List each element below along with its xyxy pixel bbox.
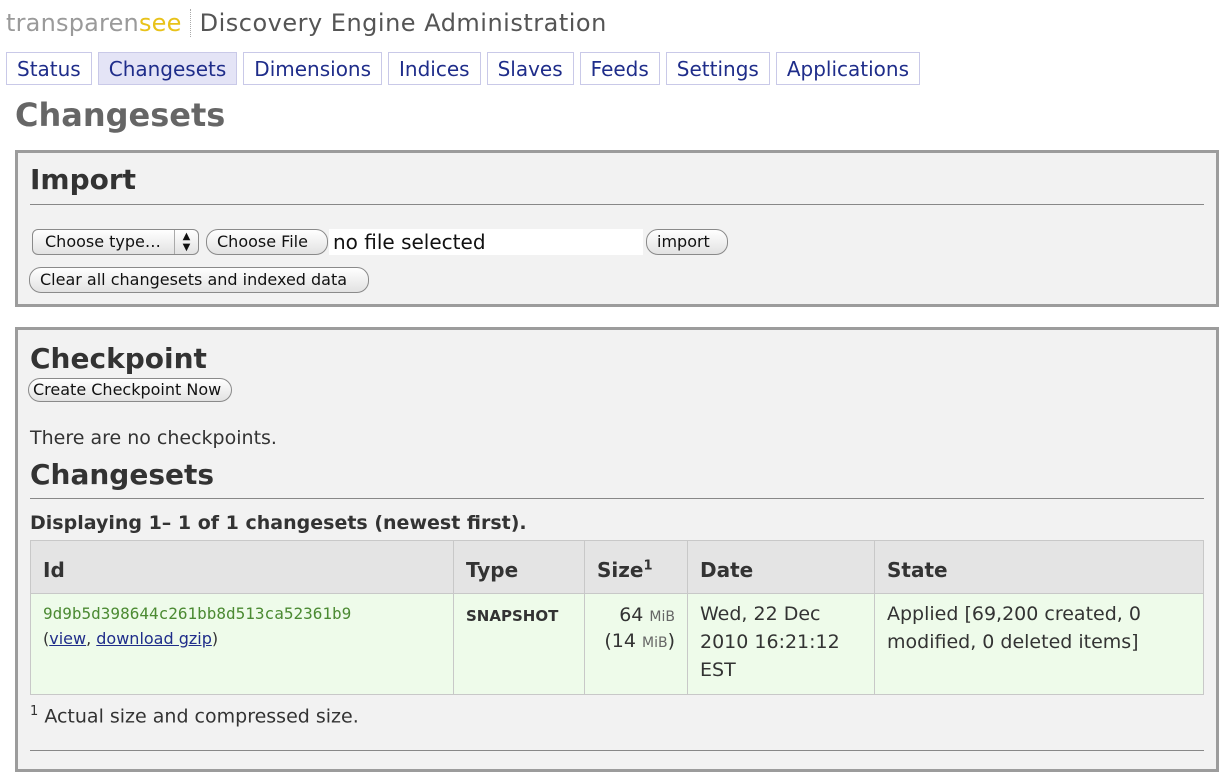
cell-id: 9d9b5d398644c261bb8d513ca52361b9 (view, … — [30, 593, 454, 695]
col-id: Id — [30, 540, 454, 594]
changeset-id: 9d9b5d398644c261bb8d513ca52361b9 — [43, 604, 352, 623]
type-select[interactable]: Choose type… ▲ ▼ — [32, 229, 199, 255]
table-header-row: Id Type Size1 Date State — [30, 540, 1204, 594]
clear-all-button[interactable]: Clear all changesets and indexed data — [29, 267, 369, 293]
col-date: Date — [687, 540, 875, 594]
checkpoint-panel: Checkpoint Create Checkpoint Now There a… — [15, 327, 1219, 772]
page-title: Changesets — [15, 96, 226, 134]
changesets-caption: Displaying 1– 1 of 1 changesets (newest … — [30, 512, 527, 534]
no-checkpoints-text: There are no checkpoints. — [30, 427, 277, 449]
header-separator — [189, 9, 192, 37]
cell-state: Applied [69,200 created, 0 modified, 0 d… — [874, 593, 1204, 695]
tab-indices[interactable]: Indices — [388, 52, 481, 85]
app-title: Discovery Engine Administration — [199, 9, 607, 37]
tab-settings[interactable]: Settings — [665, 52, 770, 85]
header: transparensee Discovery Engine Administr… — [6, 6, 607, 40]
import-button[interactable]: import — [646, 229, 728, 255]
select-arrows-icon: ▲ ▼ — [174, 230, 198, 254]
table-row: 9d9b5d398644c261bb8d513ca52361b9 (view, … — [30, 593, 1204, 695]
bottom-divider — [30, 750, 1204, 751]
col-size: Size1 — [584, 540, 688, 594]
tab-applications[interactable]: Applications — [775, 52, 920, 85]
tab-feeds[interactable]: Feeds — [579, 52, 660, 85]
changesets-heading: Changesets — [30, 458, 215, 491]
import-divider — [30, 204, 1204, 205]
cell-size: 64 MiB (14 MiB) — [584, 593, 688, 695]
tab-dimensions[interactable]: Dimensions — [243, 52, 383, 85]
size-footnote: 1 Actual size and compressed size. — [30, 704, 359, 728]
file-status: no file selected — [329, 229, 643, 255]
changeset-links: (view, download gzip) — [43, 629, 219, 648]
col-state: State — [874, 540, 1204, 594]
create-checkpoint-button[interactable]: Create Checkpoint Now — [28, 378, 232, 402]
view-link[interactable]: view — [49, 629, 86, 648]
tab-changesets[interactable]: Changesets — [97, 52, 238, 85]
cell-date: Wed, 22 Dec 2010 16:21:12 EST — [687, 593, 875, 695]
choose-file-button[interactable]: Choose File — [206, 229, 328, 255]
import-heading: Import — [30, 163, 137, 196]
changesets-table: Id Type Size1 Date State 9d9b5d398644c26… — [30, 540, 1204, 695]
changesets-divider — [30, 498, 1204, 499]
nav-tabs: Status Changesets Dimensions Indices Sla… — [6, 52, 926, 85]
download-gzip-link[interactable]: download gzip — [96, 629, 212, 648]
checkpoint-heading: Checkpoint — [30, 342, 207, 375]
cell-type: SNAPSHOT — [453, 593, 585, 695]
import-panel: Import Choose type… ▲ ▼ Choose File no fi… — [15, 150, 1219, 307]
tab-status[interactable]: Status — [6, 52, 92, 85]
type-select-value: Choose type… — [45, 232, 161, 251]
tab-slaves[interactable]: Slaves — [486, 52, 574, 85]
logo: transparensee — [6, 9, 182, 37]
col-type: Type — [453, 540, 585, 594]
